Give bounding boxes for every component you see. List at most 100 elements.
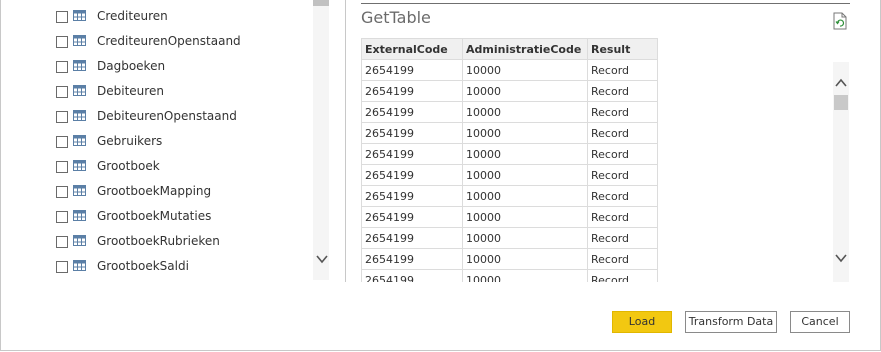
table-cell: Record <box>587 59 658 81</box>
navigator-item[interactable]: Grootboek <box>52 155 312 180</box>
checkbox[interactable] <box>56 36 68 48</box>
column-header[interactable]: AdministratieCode <box>462 38 588 60</box>
checkbox[interactable] <box>56 111 68 123</box>
navigator-item[interactable]: CrediteurenOpenstaand <box>52 30 312 55</box>
table-cell: Record <box>587 80 658 102</box>
table-icon <box>73 85 86 96</box>
chevron-down-icon[interactable] <box>316 252 328 266</box>
table-cell: 2654199 <box>361 248 463 270</box>
navigator-item[interactable]: GrootboekSaldi <box>52 255 312 277</box>
table-cell: 10000 <box>462 80 588 102</box>
table-cell: Record <box>587 206 658 228</box>
column-header[interactable]: ExternalCode <box>361 38 463 60</box>
navigator-item-label: Debiteuren <box>97 84 164 98</box>
chevron-up-icon[interactable] <box>835 76 847 90</box>
transform-data-button[interactable]: Transform Data <box>685 311 777 333</box>
checkbox[interactable] <box>56 236 68 248</box>
table-icon <box>73 60 86 71</box>
table-cell: 2654199 <box>361 185 463 207</box>
table-row: 2654199 10000 Record <box>361 122 658 144</box>
table-icon <box>73 235 86 246</box>
navigator-item-label: GrootboekRubrieken <box>97 234 220 248</box>
table-cell: 10000 <box>462 164 588 186</box>
table-icon <box>73 110 86 121</box>
navigator-item[interactable]: Crediteuren <box>52 5 312 30</box>
table-cell: 10000 <box>462 185 588 207</box>
navigator-item[interactable]: Debiteuren <box>52 80 312 105</box>
table-cell: 2654199 <box>361 269 463 282</box>
table-cell: 2654199 <box>361 59 463 81</box>
table-cell: Record <box>587 164 658 186</box>
navigator-item-label: CrediteurenOpenstaand <box>97 34 241 48</box>
column-header[interactable]: Result <box>587 38 658 60</box>
preview-title: GetTable <box>361 8 431 27</box>
table-cell: Record <box>587 248 658 270</box>
navigator-item[interactable]: GrootboekRubrieken <box>52 230 312 255</box>
table-icon <box>73 210 86 221</box>
checkbox[interactable] <box>56 136 68 148</box>
navigator-item[interactable]: GrootboekMapping <box>52 180 312 205</box>
navigator-item-label: Crediteuren <box>97 9 168 23</box>
table-cell: 10000 <box>462 101 588 123</box>
table-cell: Record <box>587 185 658 207</box>
scrollbar-thumb[interactable] <box>313 0 329 6</box>
table-cell: 10000 <box>462 227 588 249</box>
table-cell: 10000 <box>462 248 588 270</box>
navigator-item[interactable]: Gebruikers <box>52 130 312 155</box>
table-cell: 2654199 <box>361 80 463 102</box>
table-cell: 2654199 <box>361 122 463 144</box>
navigator-item[interactable]: DebiteurenOpenstaand <box>52 105 312 130</box>
table-cell: 10000 <box>462 269 588 282</box>
cancel-button[interactable]: Cancel <box>790 311 850 333</box>
checkbox[interactable] <box>56 211 68 223</box>
checkbox[interactable] <box>56 61 68 73</box>
navigator-item-label: Gebruikers <box>97 134 163 148</box>
preview-scrollbar[interactable] <box>833 62 849 282</box>
checkbox[interactable] <box>56 186 68 198</box>
navigator-item-label: GrootboekSaldi <box>97 259 189 273</box>
table-cell: 2654199 <box>361 206 463 228</box>
table-cell: 10000 <box>462 143 588 165</box>
scrollbar-thumb[interactable] <box>834 95 848 110</box>
load-button[interactable]: Load <box>612 311 672 333</box>
navigator-scrollbar[interactable] <box>313 0 329 280</box>
table-row: 2654199 10000 Record <box>361 143 658 165</box>
navigator-item[interactable]: Dagboeken <box>52 55 312 80</box>
navigator-item-label: Grootboek <box>97 159 160 173</box>
navigator-item-label: GrootboekMapping <box>97 184 212 198</box>
table-row: 2654199 10000 Record <box>361 80 658 102</box>
table-cell: 10000 <box>462 122 588 144</box>
table-cell: 2654199 <box>361 227 463 249</box>
checkbox[interactable] <box>56 261 68 273</box>
navigator-item[interactable]: GrootboekMutaties <box>52 205 312 230</box>
refresh-icon[interactable] <box>832 12 848 30</box>
checkbox[interactable] <box>56 161 68 173</box>
table-cell: 2654199 <box>361 101 463 123</box>
table-row: 2654199 10000 Record <box>361 59 658 81</box>
table-row: 2654199 10000 Record <box>361 206 658 228</box>
table-row: 2654199 10000 Record <box>361 164 658 186</box>
table-cell: 10000 <box>462 59 588 81</box>
panel-divider <box>345 0 346 282</box>
table-icon <box>73 35 86 46</box>
table-cell: Record <box>587 227 658 249</box>
checkbox[interactable] <box>56 86 68 98</box>
table-cell: 2654199 <box>361 143 463 165</box>
checkbox[interactable] <box>56 11 68 23</box>
table-row: 2654199 10000 Record <box>361 227 658 249</box>
table-row: 2654199 10000 Record <box>361 269 658 282</box>
table-icon <box>73 160 86 171</box>
table-header-row: ExternalCode AdministratieCode Result <box>361 38 658 60</box>
table-icon <box>73 135 86 146</box>
preview-grid: ExternalCode AdministratieCode Result 26… <box>361 38 658 282</box>
navigator-item-label: Dagboeken <box>97 59 166 73</box>
navigator-item-label: DebiteurenOpenstaand <box>97 109 237 123</box>
table-cell: Record <box>587 143 658 165</box>
table-row: 2654199 10000 Record <box>361 248 658 270</box>
table-row: 2654199 10000 Record <box>361 185 658 207</box>
table-cell: Record <box>587 122 658 144</box>
table-row: 2654199 10000 Record <box>361 101 658 123</box>
table-cell: Record <box>587 101 658 123</box>
chevron-down-icon[interactable] <box>835 251 847 265</box>
table-icon <box>73 185 86 196</box>
